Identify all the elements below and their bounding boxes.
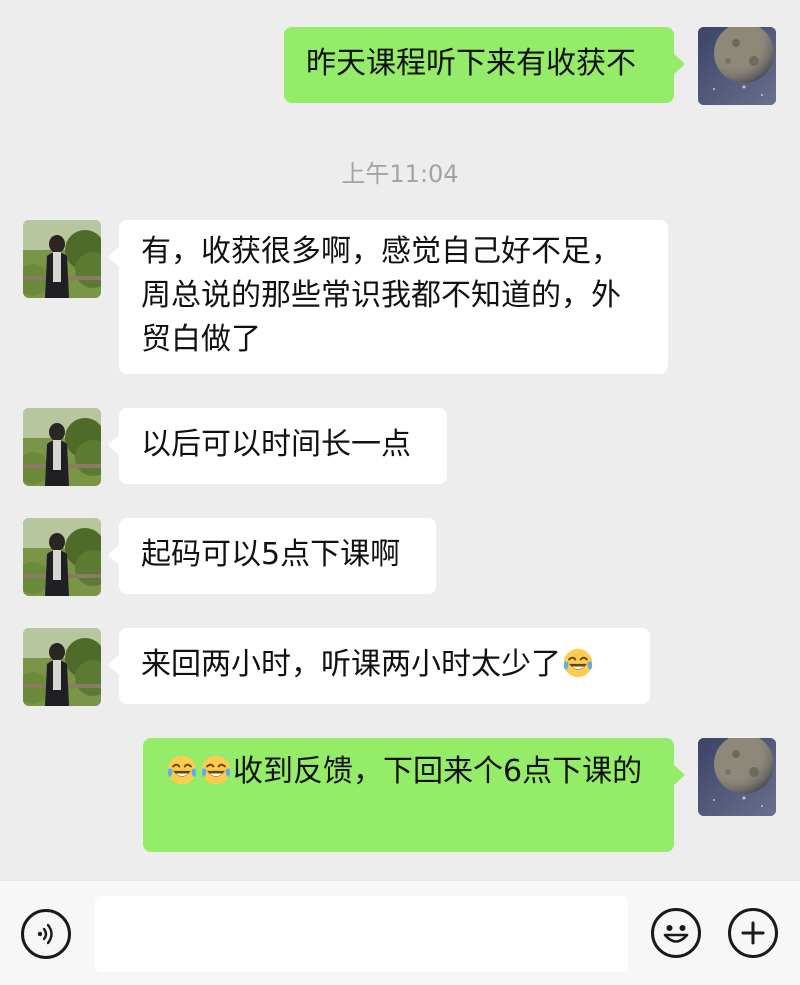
message-text: 来回两小时，听课两小时太少了 [141, 647, 561, 682]
outgoing-message[interactable]: 收到反馈，下回来个6点下课的 [143, 738, 685, 852]
emoji-button[interactable] [651, 908, 701, 958]
voice-button[interactable] [21, 909, 71, 959]
contact-avatar[interactable] [23, 220, 101, 298]
message-input[interactable] [95, 896, 628, 972]
incoming-message[interactable]: 以后可以时间长一点 [108, 408, 447, 484]
contact-avatar[interactable] [23, 628, 101, 706]
message-text: 昨天课程听下来有收获不 [306, 46, 636, 81]
tears-of-joy-emoji [166, 754, 198, 786]
plus-icon [741, 921, 765, 945]
message-text: 有，收获很多啊，感觉自己好不足，周总说的那些常识我都不知道的，外贸白做了 [141, 234, 621, 357]
chat-area: 昨天课程听下来有收获不 上午11:04 有，收获很多啊，感觉自己好不足，周总说的… [0, 0, 800, 880]
message-text: 起码可以5点下课啊 [141, 537, 401, 572]
incoming-message[interactable]: 有，收获很多啊，感觉自己好不足，周总说的那些常识我都不知道的，外贸白做了 [108, 220, 668, 374]
outgoing-message[interactable]: 昨天课程听下来有收获不 [284, 27, 685, 103]
my-avatar[interactable] [698, 27, 776, 105]
input-bar [0, 880, 800, 985]
tears-of-joy-emoji [562, 647, 594, 679]
tears-of-joy-emoji [200, 754, 232, 786]
timestamp: 上午11:04 [341, 160, 459, 188]
incoming-message[interactable]: 来回两小时，听课两小时太少了 [108, 628, 650, 704]
contact-avatar[interactable] [23, 408, 101, 486]
emoji-face-icon [663, 925, 689, 943]
my-avatar[interactable] [698, 738, 776, 816]
contact-avatar[interactable] [23, 518, 101, 596]
message-text: 以后可以时间长一点 [141, 427, 411, 462]
incoming-message[interactable]: 起码可以5点下课啊 [108, 518, 436, 594]
voice-icon [37, 923, 53, 945]
message-text: 收到反馈，下回来个6点下课的 [233, 754, 643, 789]
add-button[interactable] [728, 908, 778, 958]
